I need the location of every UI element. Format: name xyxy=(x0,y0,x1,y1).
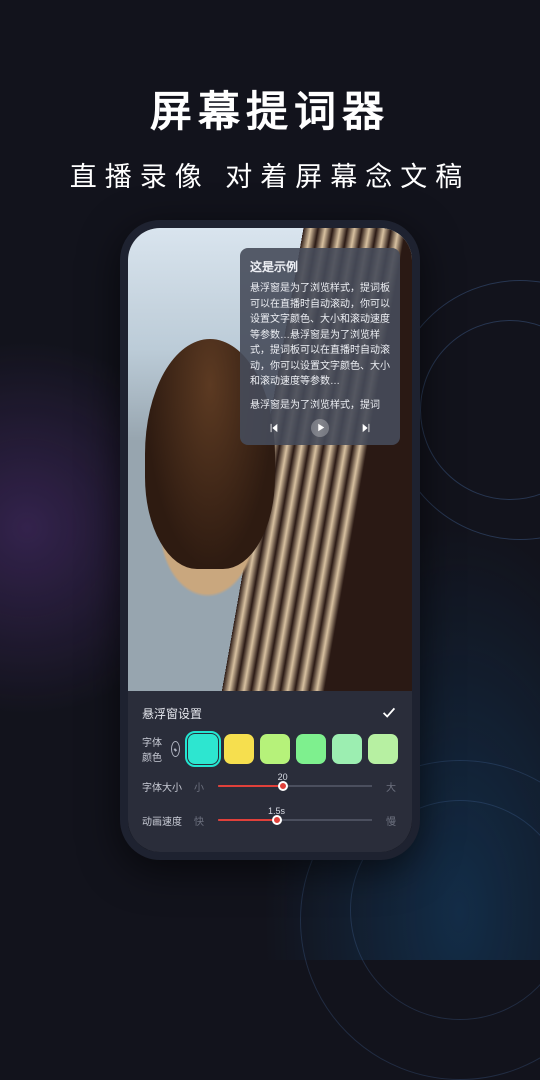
font-color-label: 字体颜色 xyxy=(142,734,163,764)
page-title: 屏幕提词器 xyxy=(0,78,540,139)
prev-icon[interactable] xyxy=(267,421,281,435)
settings-title: 悬浮窗设置 xyxy=(142,705,202,722)
phone-mockup: 这是示例 悬浮窗是为了浏览样式，提词板可以在直播时自动滚动，你可以设置文字颜色、… xyxy=(120,220,420,860)
next-icon[interactable] xyxy=(359,421,373,435)
font-size-max-label: 大 xyxy=(384,779,398,794)
speed-row: 动画速度 快 1.5s 慢 xyxy=(142,808,398,832)
color-swatch[interactable] xyxy=(332,734,362,764)
background-photo: 这是示例 悬浮窗是为了浏览样式，提词板可以在直播时自动滚动，你可以设置文字颜色、… xyxy=(128,228,412,691)
play-icon[interactable] xyxy=(311,419,329,437)
color-swatches xyxy=(188,734,398,764)
font-size-slider[interactable]: 20 xyxy=(214,774,376,798)
teleprompter-title: 这是示例 xyxy=(250,258,390,275)
color-swatch[interactable] xyxy=(224,734,254,764)
page-subtitle: 直播录像 对着屏幕念文稿 xyxy=(0,155,540,194)
settings-panel: 悬浮窗设置 字体颜色 字体大小 小 20 xyxy=(128,691,412,852)
speed-max-label: 慢 xyxy=(384,813,398,828)
slider-thumb[interactable] xyxy=(278,781,288,791)
speed-slider[interactable]: 1.5s xyxy=(214,808,376,832)
color-swatch[interactable] xyxy=(296,734,326,764)
speed-label: 动画速度 xyxy=(142,813,184,828)
color-swatch[interactable] xyxy=(188,734,218,764)
font-size-min-label: 小 xyxy=(192,779,206,794)
font-size-label: 字体大小 xyxy=(142,779,184,794)
no-color-icon[interactable] xyxy=(171,741,180,757)
slider-thumb[interactable] xyxy=(272,815,282,825)
color-swatch[interactable] xyxy=(260,734,290,764)
teleprompter-tail: 悬浮窗是为了浏览样式，提词 xyxy=(250,396,390,411)
font-size-row: 字体大小 小 20 大 xyxy=(142,774,398,798)
teleprompter-panel[interactable]: 这是示例 悬浮窗是为了浏览样式，提词板可以在直播时自动滚动，你可以设置文字颜色、… xyxy=(240,248,400,445)
teleprompter-body: 悬浮窗是为了浏览样式，提词板可以在直播时自动滚动，你可以设置文字颜色、大小和滚动… xyxy=(250,281,390,390)
color-swatch[interactable] xyxy=(368,734,398,764)
font-color-row: 字体颜色 xyxy=(142,734,398,764)
confirm-icon[interactable] xyxy=(380,703,398,724)
speed-min-label: 快 xyxy=(192,813,206,828)
